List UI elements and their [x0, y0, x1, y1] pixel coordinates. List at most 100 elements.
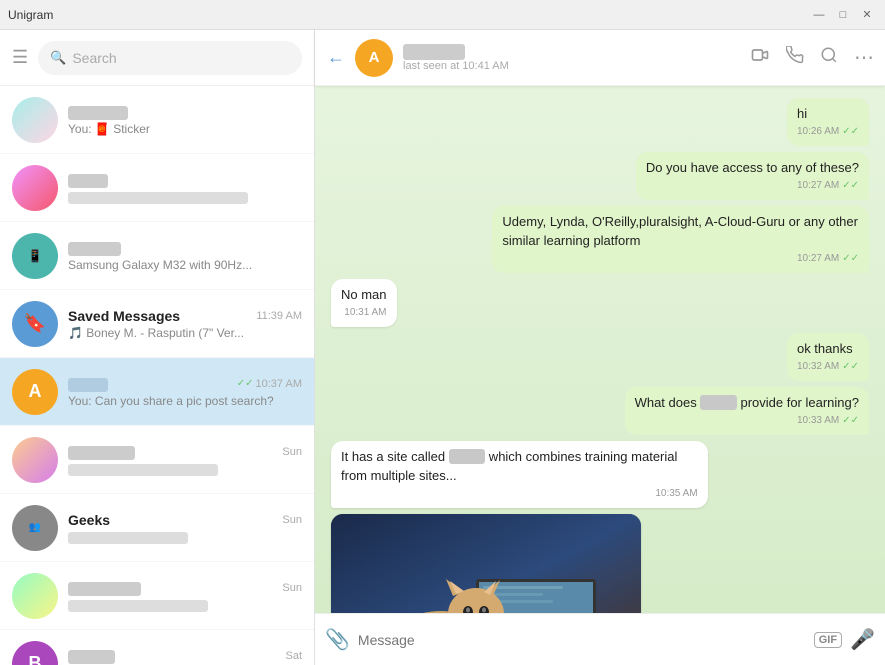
chat-item[interactable]: Sun	[0, 426, 314, 494]
chat-name: Geeks	[68, 512, 110, 528]
chat-content: Saved Messages 11:39 AM 🎵 Boney M. - Ras…	[68, 308, 302, 340]
chat-item[interactable]: Sun	[0, 562, 314, 630]
message-text: It has a site called which combines trai…	[341, 448, 698, 484]
read-receipt-icon: ✓✓	[842, 252, 859, 266]
menu-icon[interactable]: ☰	[12, 47, 28, 68]
chat-time: Sun	[282, 446, 302, 458]
message-meta: 10:33 AM ✓✓	[635, 414, 859, 428]
app-title: Unigram	[8, 8, 53, 22]
chat-content: Samsung Galaxy M32 with 90Hz...	[68, 240, 302, 272]
chat-content: ✓✓ 10:37 AM You: Can you share a pic pos…	[68, 376, 302, 408]
read-receipt-icon: ✓✓	[842, 125, 859, 139]
attach-icon[interactable]: 📎	[325, 627, 350, 652]
chat-time: Sat	[285, 650, 302, 662]
chat-content: Sun	[68, 580, 302, 612]
chat-name	[68, 104, 128, 120]
message-text: hi	[797, 105, 859, 123]
message-bubble: Udemy, Lynda, O'Reilly,pluralsight, A-Cl…	[492, 206, 869, 272]
chat-content: Sat GIF	[68, 648, 302, 665]
avatar: 📱	[12, 233, 58, 279]
titlebar: Unigram — □ ✕	[0, 0, 885, 30]
chat-list: You: 🧧 Sticker 📱	[0, 86, 314, 665]
chat-preview-blur	[68, 192, 248, 204]
search-box[interactable]: 🔍 Search	[38, 41, 302, 75]
chat-item-geeks[interactable]: 👥 Geeks Sun	[0, 494, 314, 562]
maximize-button[interactable]: □	[833, 5, 853, 25]
message-meta: 10:26 AM ✓✓	[797, 125, 859, 139]
message-bubble: Do you have access to any of these? 10:2…	[636, 152, 869, 200]
message-row: What does provide for learning? 10:33 AM…	[331, 387, 869, 435]
more-options-icon[interactable]: ⋯	[854, 45, 873, 70]
message-text: ok thanks	[797, 340, 859, 358]
read-receipt-icon: ✓✓	[842, 360, 859, 374]
message-time: 10:31 AM	[344, 306, 386, 320]
minimize-button[interactable]: —	[809, 5, 829, 25]
message-time: 10:32 AM	[797, 360, 839, 374]
avatar	[12, 573, 58, 619]
chat-preview: 🎵 Boney M. - Rasputin (7" Ver...	[68, 326, 302, 340]
read-receipt-icon: ✓✓	[842, 179, 859, 193]
chat-preview-blur	[68, 464, 218, 476]
avatar: 🔖	[12, 301, 58, 347]
message-row: Udemy, Lynda, O'Reilly,pluralsight, A-Cl…	[331, 206, 869, 272]
chat-name: Saved Messages	[68, 308, 180, 324]
chat-top: Sat	[68, 648, 302, 664]
chat-time: 11:39 AM	[256, 310, 302, 322]
chat-preview: You: 🧧 Sticker	[68, 122, 302, 136]
chat-name	[68, 444, 135, 460]
chat-header-name	[403, 44, 740, 60]
message-input[interactable]	[358, 622, 806, 658]
gif-button[interactable]: GIF	[814, 632, 842, 648]
chat-item[interactable]: You: 🧧 Sticker	[0, 86, 314, 154]
chat-top	[68, 104, 302, 120]
message-bubble: hi 10:26 AM ✓✓	[787, 98, 869, 146]
search-placeholder: Search	[72, 50, 116, 66]
close-button[interactable]: ✕	[857, 5, 877, 25]
chat-item-saved-messages[interactable]: 🔖 Saved Messages 11:39 AM 🎵 Boney M. - R…	[0, 290, 314, 358]
message-meta: 10:35 AM	[341, 487, 698, 501]
chat-name	[68, 172, 108, 188]
back-button[interactable]: ←	[327, 47, 345, 68]
header-actions: ⋯	[750, 45, 873, 70]
message-meta: 10:27 AM ✓✓	[502, 252, 859, 266]
video-call-icon[interactable]	[750, 45, 770, 70]
chat-item[interactable]	[0, 154, 314, 222]
avatar: A	[12, 369, 58, 415]
gif-bubble: GIF	[331, 514, 641, 613]
chat-item[interactable]: 📱 Samsung Galaxy M32 with 90Hz...	[0, 222, 314, 290]
message-meta: 10:31 AM	[341, 306, 387, 320]
search-icon[interactable]	[820, 46, 838, 69]
message-bubble: What does provide for learning? 10:33 AM…	[625, 387, 869, 435]
chat-name	[68, 240, 121, 256]
avatar	[12, 97, 58, 143]
chat-content: You: 🧧 Sticker	[68, 104, 302, 136]
message-row: hi 10:26 AM ✓✓	[331, 98, 869, 146]
chat-item-active[interactable]: A ✓✓ 10:37 AM You: Can you share a pic p…	[0, 358, 314, 426]
sidebar: ☰ 🔍 Search You: 🧧 Sticker	[0, 30, 315, 665]
message-row: GIF	[331, 514, 869, 613]
chat-name	[68, 376, 108, 392]
chat-header-info: last seen at 10:41 AM	[403, 44, 740, 72]
message-row: Do you have access to any of these? 10:2…	[331, 152, 869, 200]
chat-item[interactable]: B Sat GIF	[0, 630, 314, 665]
chat-top: Sun	[68, 444, 302, 460]
mic-icon[interactable]: 🎤	[850, 627, 875, 652]
compose-bar: 📎 GIF 🎤	[315, 613, 885, 665]
phone-icon[interactable]	[786, 46, 804, 69]
message-row: ok thanks 10:32 AM ✓✓	[331, 333, 869, 381]
search-icon: 🔍	[50, 50, 66, 66]
sidebar-header: ☰ 🔍 Search	[0, 30, 314, 86]
message-meta: 10:27 AM ✓✓	[646, 179, 859, 193]
message-bubble: ok thanks 10:32 AM ✓✓	[787, 333, 869, 381]
gif-image	[331, 514, 641, 613]
message-text: No man	[341, 286, 387, 304]
chat-content: Geeks Sun	[68, 512, 302, 544]
avatar: B	[12, 641, 58, 665]
chat-top	[68, 240, 302, 256]
chat-name	[68, 648, 115, 664]
message-time: 10:27 AM	[797, 179, 839, 193]
chat-top: Geeks Sun	[68, 512, 302, 528]
avatar: 👥	[12, 505, 58, 551]
message-text: Do you have access to any of these?	[646, 159, 859, 177]
chat-top	[68, 172, 302, 188]
